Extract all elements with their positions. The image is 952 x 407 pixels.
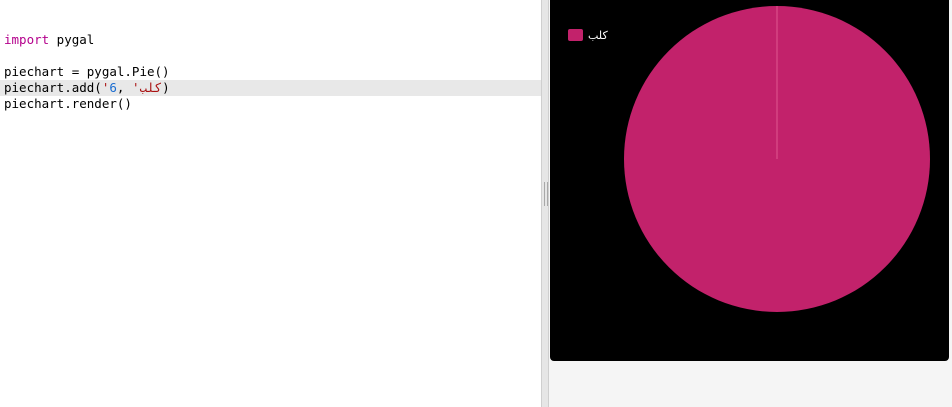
string-literal: كلب	[139, 80, 163, 95]
splitter-grip-icon[interactable]	[544, 182, 548, 206]
legend-label[interactable]: كلب	[588, 29, 608, 42]
pane-splitter[interactable]	[541, 0, 549, 407]
code-token: pygal	[49, 32, 95, 47]
code-line-2[interactable]: piechart = pygal.Pie()	[0, 64, 541, 80]
legend-swatch[interactable]	[568, 29, 583, 41]
code-token: piechart.render()	[4, 96, 132, 111]
code-token: )	[162, 80, 170, 95]
code-line-1[interactable]: import pygal	[0, 32, 541, 48]
code-line-3[interactable]: piechart.add('6, 'كلب)	[0, 80, 541, 96]
string-quote: '	[131, 80, 140, 95]
code-editor[interactable]: import pygal piechart = pygal.Pie() piec…	[0, 0, 541, 407]
code-token: piechart = pygal.Pie()	[4, 64, 170, 79]
pie-chart	[624, 6, 930, 312]
code-token: ,	[116, 80, 132, 95]
chart-panel: كلب	[550, 0, 949, 361]
chart-legend[interactable]: كلب	[568, 28, 608, 42]
code-line-4[interactable]: piechart.render()	[0, 96, 541, 112]
keyword-import: import	[4, 32, 50, 47]
code-token: piechart.add(	[4, 80, 102, 95]
output-pane: كلب	[549, 0, 952, 407]
number-literal: 6	[109, 80, 117, 95]
app-window: import pygal piechart = pygal.Pie() piec…	[0, 0, 952, 407]
